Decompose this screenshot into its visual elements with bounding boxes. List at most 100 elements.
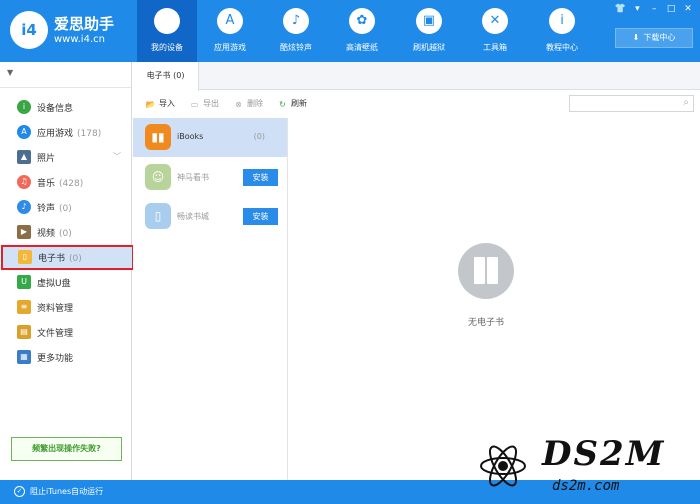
folder-icon: ▤ [17,325,31,339]
sidebar-item-label: 照片 [37,154,56,164]
tab-ebooks[interactable]: 电子书 (0) [133,62,199,91]
menu-icon[interactable]: ▾ [631,3,643,15]
minimize-icon[interactable]: – [648,3,660,15]
list-item-shenma[interactable]: ☺ 神马看书 安装 [133,158,287,197]
sidebar-item-music[interactable]: ♫ 音乐 (428) [0,170,131,195]
main-panel: 电子书 (0) 📂 导入 ▭ 导出 ⊗ 删除 ↻ 刷新 ⌕ ▮▮ iBooks (0) … [133,62,700,480]
download-icon: ⬇ [632,33,640,42]
nav-label: 刷机越狱 [413,43,445,52]
import-button[interactable]: 📂 导入 [145,98,175,110]
refresh-icon: ↻ [279,100,286,109]
sidebar-item-count: (428) [59,179,84,189]
skin-icon[interactable]: 👕 [615,3,627,15]
sidebar-item-label: 资料管理 [37,304,74,314]
info-icon: i [17,100,31,114]
nav-toolbox[interactable]: ✕ 工具箱 [465,0,525,62]
export-button[interactable]: ▭ 导出 [189,98,219,110]
block-itunes-autorun-toggle[interactable]: 阻止iTunes自动运行 [30,486,103,497]
nav-label: 应用游戏 [214,43,246,52]
export-label: 导出 [203,99,219,108]
changdu-icon: ▯ [145,203,171,229]
nav-wallpapers[interactable]: ✿ 高清壁纸 [332,0,392,62]
nav-my-device[interactable]: 我的设备 [137,0,197,62]
book-icon: ▯ [18,250,32,264]
search-icon: ⌕ [683,97,689,108]
nav-label: 高清壁纸 [346,43,378,52]
nav-label: 酷炫铃声 [280,43,312,52]
bell-icon: ♪ [283,8,309,34]
photo-icon: ▲ [17,150,31,164]
sidebar-item-ebooks[interactable]: ▯ 电子书 (0) [1,245,134,270]
tab-bar: 电子书 (0) [133,62,700,91]
nav-label: 工具箱 [483,43,507,52]
delete-label: 删除 [247,99,263,108]
usb-icon: U [17,275,31,289]
contacts-icon: ≡ [17,300,31,314]
sidebar-item-videos[interactable]: ▶ 视频 (0) [0,220,131,245]
sidebar-item-apps[interactable]: A 应用游戏 (178) [0,120,131,145]
list-item-ibooks[interactable]: ▮▮ iBooks (0) [133,118,287,157]
sidebar-item-count: (178) [77,129,102,139]
app-name: 畅读书城 [177,212,209,221]
box-icon: ▣ [416,8,442,34]
sidebar-item-label: 铃声 (0) [37,204,72,214]
watermark-subtitle: ds2m.com [552,478,620,494]
logo-badge: i4 [10,11,48,49]
refresh-button[interactable]: ↻ 刷新 [277,98,307,110]
sidebar-item-virtual-udisk[interactable]: U 虚拟U盘 [0,270,131,295]
atom-logo-icon [480,445,526,487]
delete-button[interactable]: ⊗ 删除 [233,98,263,110]
sidebar-item-photos[interactable]: ▲ 照片 ﹀ [0,145,131,170]
search-input[interactable]: ⌕ [569,95,694,112]
sidebar-item-label: 设备信息 [37,104,74,114]
nav-apps-games[interactable]: A 应用游戏 [200,0,260,62]
app-name: iBooks [177,132,204,141]
download-center-label: 下载中心 [643,33,676,42]
sidebar-item-label: 更多功能 [37,354,74,364]
chevron-down-icon[interactable]: ﹀ [113,151,121,162]
nav-label: 我的设备 [151,43,183,52]
nav-tutorials[interactable]: i 教程中心 [532,0,592,62]
ibooks-icon: ▮▮ [145,124,171,150]
app-count: (0) [253,132,265,141]
delete-icon: ⊗ [235,100,242,109]
sidebar-item-label: 虚拟U盘 [37,279,71,289]
close-icon[interactable]: ✕ [682,3,694,15]
sidebar-item-more[interactable]: ▦ 更多功能 [0,345,131,370]
music-icon: ♫ [17,175,31,189]
nav-flash-jailbreak[interactable]: ▣ 刷机越狱 [399,0,459,62]
watermark: DS2M ds2m.com [470,430,700,504]
download-center-button[interactable]: ⬇ 下载中心 [615,28,693,48]
app-name: 神马看书 [177,173,209,182]
apple-icon [154,8,180,34]
sidebar-item-data-management[interactable]: ≡ 资料管理 [0,295,131,320]
empty-state-label: 无电子书 [467,318,504,328]
sidebar-item-label: 音乐 (428) [37,179,84,189]
nav-ringtones[interactable]: ♪ 酷炫铃声 [266,0,326,62]
install-button[interactable]: 安装 [243,169,278,186]
import-label: 导入 [159,99,175,108]
sidebar-item-label: 电子书 (0) [38,254,82,264]
grid-icon: ▦ [17,350,31,364]
sidebar-item-file-management[interactable]: ▤ 文件管理 [0,320,131,345]
app-store-icon: A [17,125,31,139]
top-bar: i4 爱思助手 www.i4.cn 我的设备 A 应用游戏 ♪ 酷炫铃声 ✿ 高… [0,0,700,62]
book-icon [474,257,498,284]
video-icon: ▶ [17,225,31,239]
sidebar-item-count: (0) [59,229,72,239]
watermark-title: DS2M [542,434,666,474]
maximize-icon[interactable]: □ [665,3,677,15]
operation-failure-help-button[interactable]: 频繁出现操作失败? [11,437,122,461]
sidebar-item-ringtones[interactable]: ♪ 铃声 (0) [0,195,131,220]
refresh-label: 刷新 [291,99,307,108]
sidebar-item-label: 应用游戏 (178) [37,129,102,139]
device-selector[interactable]: ▼ [0,62,131,88]
list-item-changdu[interactable]: ▯ 畅读书城 安装 [133,197,287,236]
export-icon: ▭ [190,100,199,109]
logo-url: www.i4.cn [54,34,105,45]
check-icon[interactable]: ✓ [14,486,25,497]
nav-label: 教程中心 [546,43,578,52]
sidebar-item-device-info[interactable]: i 设备信息 [0,95,131,120]
install-button[interactable]: 安装 [243,208,278,225]
shenma-icon: ☺ [145,164,171,190]
